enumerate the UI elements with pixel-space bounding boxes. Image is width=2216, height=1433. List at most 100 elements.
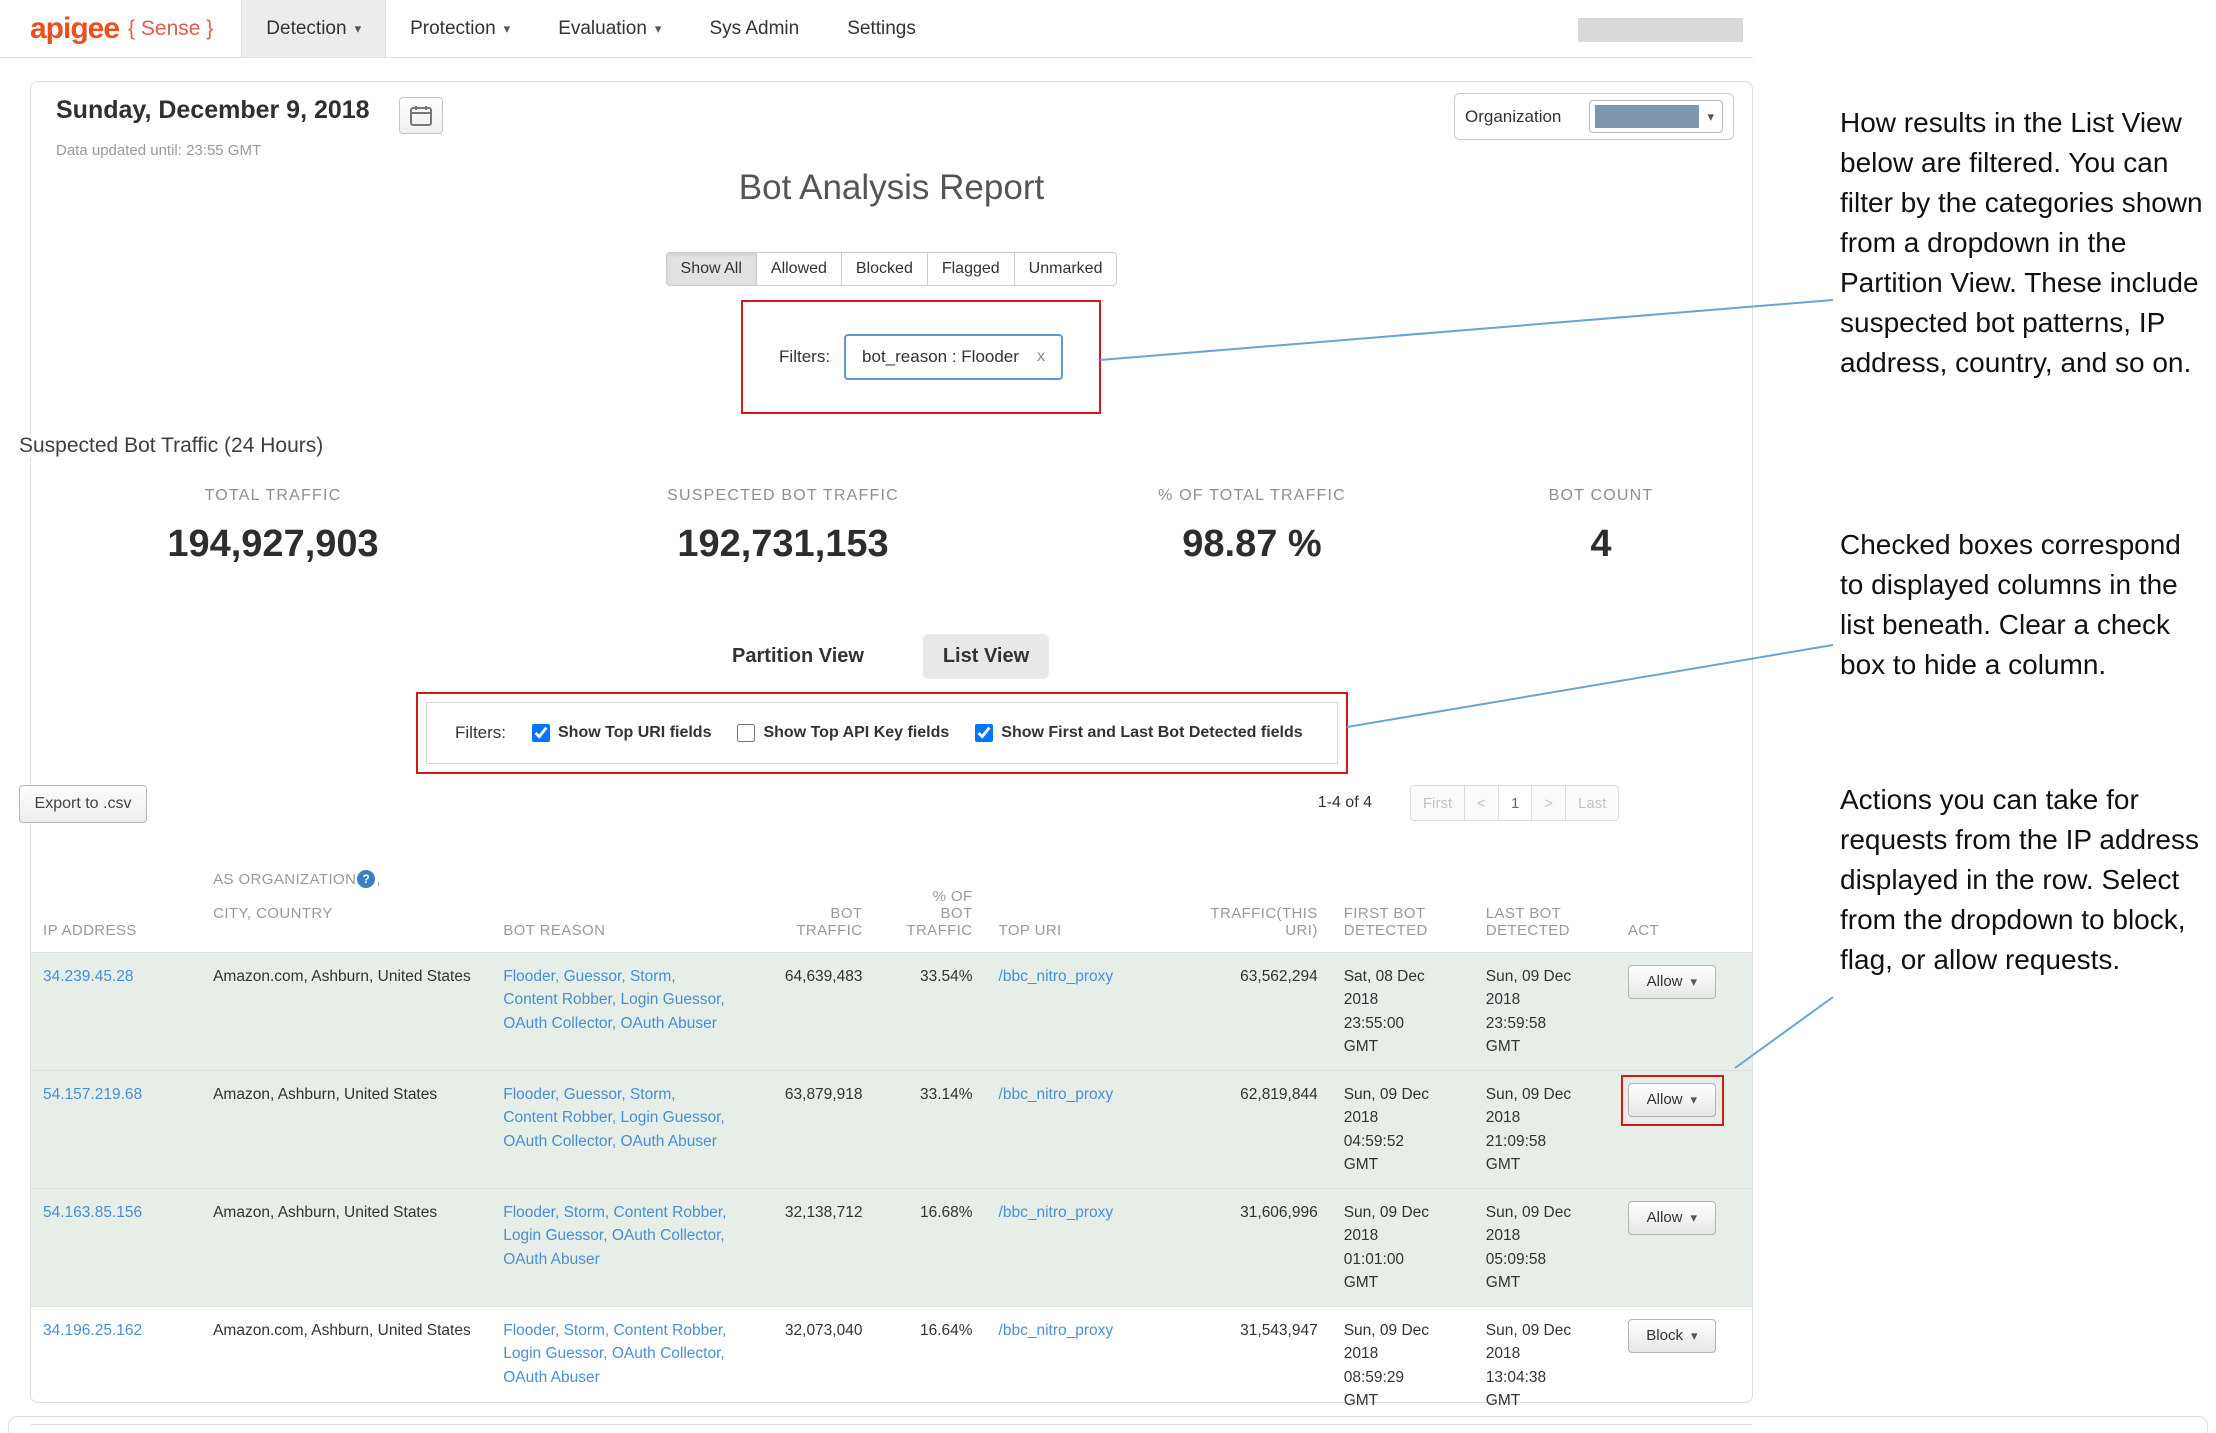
- bot-reason-link[interactable]: Content Robber: [503, 991, 612, 1008]
- bot-reason-link[interactable]: Login Guessor: [503, 1227, 603, 1244]
- nav-item-detection[interactable]: Detection ▾: [241, 0, 386, 57]
- ip-link[interactable]: 34.196.25.162: [43, 1322, 142, 1339]
- bot-reason-link[interactable]: Storm: [564, 1204, 605, 1221]
- bot-reason-link[interactable]: Flooder: [503, 1086, 555, 1103]
- bot-reason-cell: Flooder, Storm, Content Robber, Login Gu…: [491, 1189, 741, 1307]
- stat-pct-total-traffic: % OF TOTAL TRAFFIC 98.87 %: [1158, 487, 1346, 566]
- stat-bot-count: BOT COUNT 4: [1549, 487, 1654, 566]
- checkbox-input[interactable]: [975, 724, 993, 742]
- pagination-prev-button[interactable]: <: [1464, 785, 1499, 821]
- bot-list-table-wrap: IP ADDRESS AS ORGANIZATION?, CITY, COUNT…: [31, 845, 1752, 1425]
- bot-reason-link[interactable]: Login Guessor: [620, 991, 720, 1008]
- checkbox-show-first-last-bot-detected-fields[interactable]: Show First and Last Bot Detected fields: [975, 724, 1302, 742]
- bot-reason-link[interactable]: Content Robber: [614, 1204, 723, 1221]
- bot-reason-link[interactable]: OAuth Abuser: [620, 1133, 717, 1150]
- organization-box: Organization ▾: [1454, 93, 1734, 140]
- pagination-last-button[interactable]: Last: [1565, 785, 1619, 821]
- bot-reason-link[interactable]: Content Robber: [614, 1322, 723, 1339]
- tab-allowed[interactable]: Allowed: [756, 252, 842, 286]
- tab-partition-view[interactable]: Partition View: [712, 634, 884, 679]
- tab-show-all[interactable]: Show All: [666, 252, 757, 286]
- redacted-organization-value: [1595, 105, 1699, 128]
- bot-traffic-cell: 63,879,918: [741, 1071, 876, 1189]
- help-icon[interactable]: ?: [357, 870, 375, 888]
- annotation-checkboxes: Checked boxes correspond to displayed co…: [1840, 525, 2206, 685]
- ip-link[interactable]: 54.163.85.156: [43, 1204, 142, 1221]
- ip-link[interactable]: 34.239.45.28: [43, 968, 134, 985]
- bot-reason-link[interactable]: OAuth Collector: [612, 1345, 721, 1362]
- bot-reason-link[interactable]: Storm: [630, 1086, 671, 1103]
- tab-list-view[interactable]: List View: [923, 634, 1049, 679]
- bot-reason-link[interactable]: Login Guessor: [503, 1345, 603, 1362]
- last-detected-cell: Sun, 09 Dec 2018 05:09:58 GMT: [1474, 1189, 1616, 1307]
- calendar-button[interactable]: [399, 97, 443, 134]
- annotation-actions: Actions you can take for requests from t…: [1840, 780, 2206, 980]
- bot-reason-link[interactable]: OAuth Collector: [503, 1133, 612, 1150]
- caret-down-icon: ▾: [355, 21, 362, 37]
- col-act: ACT: [1616, 845, 1752, 953]
- nav-item-protection[interactable]: Protection ▾: [386, 0, 534, 57]
- bot-reason-link[interactable]: Login Guessor: [620, 1109, 720, 1126]
- stat-total-traffic: TOTAL TRAFFIC 194,927,903: [167, 487, 378, 566]
- uri-traffic-cell: 62,819,844: [1157, 1071, 1332, 1189]
- organization-dropdown[interactable]: ▾: [1589, 100, 1723, 133]
- filters-label: Filters:: [455, 723, 506, 743]
- table-row: 34.239.45.28 Amazon.com, Ashburn, United…: [31, 953, 1752, 1071]
- nav-item-evaluation[interactable]: Evaluation ▾: [534, 0, 685, 57]
- bot-reason-link[interactable]: Guessor: [564, 1086, 622, 1103]
- action-dropdown[interactable]: Allow ▾: [1628, 1201, 1716, 1235]
- action-dropdown[interactable]: Block ▾: [1628, 1319, 1716, 1353]
- action-dropdown[interactable]: Allow ▾: [1628, 965, 1716, 999]
- bot-reason-link[interactable]: Flooder: [503, 1322, 555, 1339]
- bot-traffic-cell: 32,073,040: [741, 1307, 876, 1425]
- action-dropdown[interactable]: Allow ▾: [1628, 1083, 1716, 1117]
- first-detected-cell: Sun, 09 Dec 2018 08:59:29 GMT: [1332, 1307, 1474, 1425]
- checkbox-show-top-uri-fields[interactable]: Show Top URI fields: [532, 724, 711, 742]
- top-uri-link[interactable]: /bbc_nitro_proxy: [999, 1322, 1114, 1339]
- bot-reason-link[interactable]: OAuth Abuser: [503, 1369, 600, 1386]
- bot-reason-link[interactable]: Guessor: [564, 968, 622, 985]
- table-header-row: IP ADDRESS AS ORGANIZATION?, CITY, COUNT…: [31, 845, 1752, 953]
- uri-traffic-cell: 63,562,294: [1157, 953, 1332, 1071]
- first-detected-cell: Sun, 09 Dec 2018 01:01:00 GMT: [1332, 1189, 1474, 1307]
- top-uri-link[interactable]: /bbc_nitro_proxy: [999, 968, 1114, 985]
- pct-cell: 33.54%: [876, 953, 986, 1071]
- pct-cell: 16.68%: [876, 1189, 986, 1307]
- tab-unmarked[interactable]: Unmarked: [1014, 252, 1118, 286]
- checkbox-show-top-api-key-fields[interactable]: Show Top API Key fields: [737, 724, 949, 742]
- last-detected-cell: Sun, 09 Dec 2018 21:09:58 GMT: [1474, 1071, 1616, 1189]
- checkbox-input[interactable]: [532, 724, 550, 742]
- filter-tag-bot-reason-flooder[interactable]: bot_reason : Flooder x: [844, 334, 1063, 380]
- bot-reason-link[interactable]: Storm: [564, 1322, 605, 1339]
- nav-item-settings[interactable]: Settings: [823, 0, 940, 57]
- nav-item-sys-admin[interactable]: Sys Admin: [685, 0, 823, 57]
- pagination-first-button[interactable]: First: [1410, 785, 1465, 821]
- brand-name: apigee: [30, 12, 119, 46]
- as-org-cell: Amazon, Ashburn, United States: [201, 1189, 491, 1307]
- bot-reason-link[interactable]: OAuth Collector: [503, 1015, 612, 1032]
- col-first-bot-detected: FIRST BOT DETECTED: [1332, 845, 1474, 953]
- bot-reason-link[interactable]: Flooder: [503, 1204, 555, 1221]
- pagination-next-button[interactable]: >: [1531, 785, 1566, 821]
- bot-reason-link[interactable]: Flooder: [503, 968, 555, 985]
- bot-reason-link[interactable]: Content Robber: [503, 1109, 612, 1126]
- top-uri-link[interactable]: /bbc_nitro_proxy: [999, 1204, 1114, 1221]
- top-uri-link[interactable]: /bbc_nitro_proxy: [999, 1086, 1114, 1103]
- tab-blocked[interactable]: Blocked: [841, 252, 928, 286]
- bot-reason-link[interactable]: Storm: [630, 968, 671, 985]
- export-csv-button[interactable]: Export to .csv: [19, 785, 147, 823]
- checkbox-input[interactable]: [737, 724, 755, 742]
- ip-link[interactable]: 54.157.219.68: [43, 1086, 142, 1103]
- col-last-bot-detected: LAST BOT DETECTED: [1474, 845, 1616, 953]
- calendar-icon: [410, 105, 432, 126]
- bot-reason-link[interactable]: OAuth Collector: [612, 1227, 721, 1244]
- bot-reason-link[interactable]: OAuth Abuser: [503, 1251, 600, 1268]
- remove-filter-icon[interactable]: x: [1037, 348, 1045, 366]
- col-pct-bot-traffic: % OF BOT TRAFFIC: [876, 845, 986, 953]
- bot-reason-link[interactable]: OAuth Abuser: [620, 1015, 717, 1032]
- pagination-page-1-button[interactable]: 1: [1498, 785, 1532, 821]
- table-row: 34.196.25.162 Amazon.com, Ashburn, Unite…: [31, 1307, 1752, 1425]
- report-date: Sunday, December 9, 2018: [56, 96, 370, 125]
- apigee-logo[interactable]: apigee { Sense }: [0, 0, 241, 57]
- tab-flagged[interactable]: Flagged: [927, 252, 1015, 286]
